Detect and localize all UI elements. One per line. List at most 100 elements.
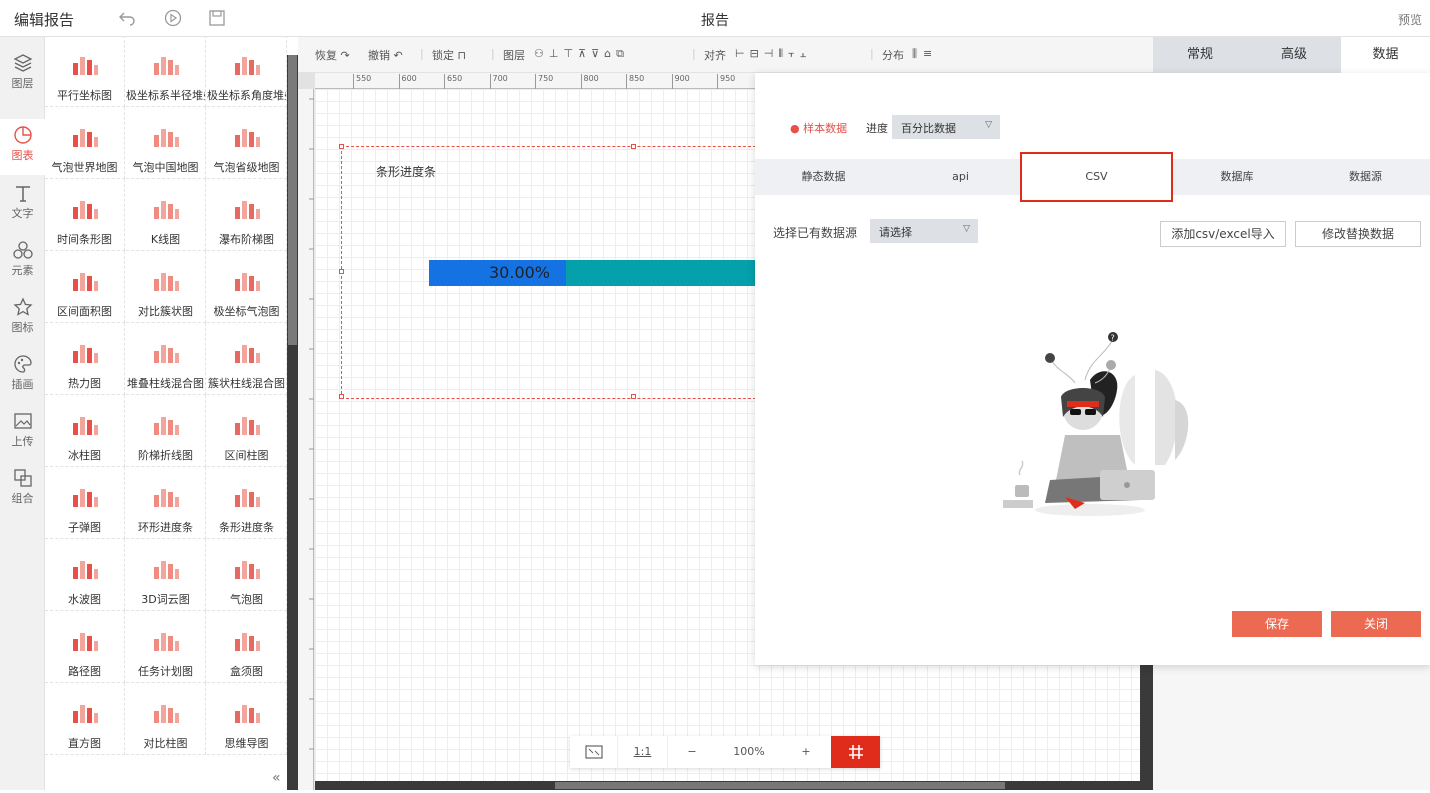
scrollbar-thumb[interactable]: [288, 55, 297, 345]
distribute-tools-icons[interactable]: ⫼≡: [912, 47, 938, 61]
palette-item[interactable]: K线图: [126, 179, 206, 251]
palette-item[interactable]: 盒须图: [207, 611, 287, 683]
resize-handle[interactable]: [339, 394, 344, 399]
collapse-panel-icon[interactable]: «: [272, 770, 281, 786]
replace-data-button[interactable]: 修改替换数据: [1295, 221, 1421, 247]
zoom-out-button[interactable]: −: [668, 736, 716, 768]
upload-image-icon: [13, 413, 32, 429]
nav-layers[interactable]: 图层: [0, 47, 45, 103]
nav-charts[interactable]: 图表: [0, 119, 45, 175]
close-button[interactable]: 关闭: [1331, 611, 1421, 637]
sample-data-link[interactable]: ● 样本数据: [790, 120, 847, 136]
nav-upload[interactable]: 上传: [0, 405, 45, 461]
palette-scrollbar[interactable]: [287, 55, 298, 790]
scrollbar-thumb[interactable]: [555, 782, 1005, 789]
palette-item-label: 极坐标气泡图: [213, 305, 280, 318]
palette-item[interactable]: 路径图: [45, 611, 125, 683]
palette-item[interactable]: 冰柱图: [45, 395, 125, 467]
tab-static-data[interactable]: 静态数据: [755, 159, 892, 195]
undo-button[interactable]: 撤销 ↶: [368, 47, 403, 63]
palette-item[interactable]: 极坐标系角度堆叠: [207, 37, 287, 107]
palette-item[interactable]: 子弹图: [45, 467, 125, 539]
nav-text[interactable]: 文字: [0, 177, 45, 233]
palette-item[interactable]: 任务计划图: [126, 611, 206, 683]
ruler-label: 750: [535, 74, 553, 89]
palette-item[interactable]: 区间面积图: [45, 251, 125, 323]
nav-icons[interactable]: 图标: [0, 291, 45, 347]
palette-item-label: 气泡中国地图: [132, 161, 199, 174]
palette-item[interactable]: 气泡图: [207, 539, 287, 611]
chart-thumbnail-icon: [231, 627, 263, 655]
palette-item[interactable]: 对比柱图: [126, 683, 206, 755]
palette-item[interactable]: 对比簇状图: [126, 251, 206, 323]
choose-source-label: 选择已有数据源: [773, 226, 858, 240]
import-csv-button[interactable]: 添加csv/excel导入: [1160, 221, 1286, 247]
actual-size-button[interactable]: 1:1: [618, 736, 668, 768]
palette-item[interactable]: 区间柱图: [207, 395, 287, 467]
resize-handle[interactable]: [631, 144, 636, 149]
chart-thumbnail-icon: [231, 699, 263, 727]
chart-thumbnail-icon: [150, 411, 182, 439]
tab-data-source[interactable]: 数据源: [1301, 159, 1430, 195]
grid-toggle-button[interactable]: [831, 736, 880, 768]
progress-type-select[interactable]: 百分比数据 ▽: [892, 115, 1000, 139]
existing-source-select[interactable]: 请选择 ▽: [870, 219, 978, 243]
palette-item[interactable]: 气泡中国地图: [126, 107, 206, 179]
align-tools-icons[interactable]: ⊢⊟⊣⫴⫟⫠: [735, 47, 811, 61]
resize-handle[interactable]: [339, 144, 344, 149]
palette-item[interactable]: 热力图: [45, 323, 125, 395]
chart-thumbnail-icon: [150, 339, 182, 367]
palette-item[interactable]: 瀑布阶梯图: [207, 179, 287, 251]
save-button[interactable]: 保存: [1232, 611, 1322, 637]
preview-button[interactable]: 预览: [1398, 11, 1422, 28]
palette-item[interactable]: 平行坐标图: [45, 37, 125, 107]
redo-button[interactable]: 恢复 ↷: [315, 47, 350, 63]
tab-csv[interactable]: CSV: [1020, 152, 1173, 202]
chart-palette: 平行坐标图 极坐标系半径堆叠极坐标系角度堆叠气泡世界地图 气泡中国地图 气泡省级地图时…: [45, 37, 287, 790]
lock-button[interactable]: 锁定 ⊓: [432, 47, 466, 63]
chart-thumbnail-icon: [231, 51, 263, 79]
nav-group[interactable]: 组合: [0, 462, 45, 518]
distribute-toolbar-label: 分布: [882, 49, 904, 62]
palette-item[interactable]: 直方图: [45, 683, 125, 755]
nav-label: 文字: [11, 207, 34, 220]
ruler-label: 800: [580, 74, 599, 89]
fit-screen-button[interactable]: [570, 736, 618, 768]
palette-item[interactable]: 水波图: [45, 539, 125, 611]
palette-item[interactable]: 阶梯折线图: [126, 395, 206, 467]
palette-item[interactable]: 3D词云图: [126, 539, 206, 611]
palette-item[interactable]: 时间条形图: [45, 179, 125, 251]
palette-item[interactable]: 思维导图: [207, 683, 287, 755]
chart-thumbnail-icon: [69, 51, 101, 79]
chart-thumbnail-icon: [150, 483, 182, 511]
palette-item[interactable]: 极坐标气泡图: [207, 251, 287, 323]
fit-screen-icon: [584, 745, 603, 759]
layer-tools-icons[interactable]: ⚇⊥⊤⊼⊽⌂⧉: [534, 47, 629, 61]
resize-handle[interactable]: [631, 394, 636, 399]
zoom-in-button[interactable]: +: [782, 736, 830, 768]
chart-thumbnail-icon: [69, 267, 101, 295]
tab-advanced[interactable]: 高级: [1247, 37, 1341, 73]
palette-item-label: 直方图: [68, 737, 101, 750]
palette-item[interactable]: 极坐标系半径堆叠: [126, 37, 206, 107]
palette-item[interactable]: 堆叠柱线混合图: [126, 323, 206, 395]
empty-state-illustration: ?: [995, 325, 1205, 520]
palette-item[interactable]: 簇状柱线混合图: [207, 323, 287, 395]
nav-label: 元素: [11, 264, 34, 277]
palette-item[interactable]: 条形进度条: [207, 467, 287, 539]
nav-illustrations[interactable]: 插画: [0, 348, 45, 404]
canvas-scrollbar-horizontal[interactable]: [315, 781, 1153, 790]
palette-item[interactable]: 环形进度条: [126, 467, 206, 539]
tab-general[interactable]: 常规: [1153, 37, 1247, 73]
tab-database[interactable]: 数据库: [1173, 159, 1301, 195]
palette-item[interactable]: 气泡世界地图: [45, 107, 125, 179]
left-nav: 图层 图表 文字 元素 图标 插画 上传 组合: [0, 37, 45, 790]
progress-bar-widget[interactable]: 条形进度条 30.00%: [339, 144, 761, 399]
palette-item[interactable]: 气泡省级地图: [207, 107, 287, 179]
nav-elements[interactable]: 元素: [0, 234, 45, 290]
tab-data[interactable]: 数据: [1341, 37, 1430, 73]
tab-api[interactable]: api: [892, 159, 1029, 195]
chart-thumbnail-icon: [69, 483, 101, 511]
chart-thumbnail-icon: [150, 195, 182, 223]
resize-handle[interactable]: [339, 269, 344, 274]
